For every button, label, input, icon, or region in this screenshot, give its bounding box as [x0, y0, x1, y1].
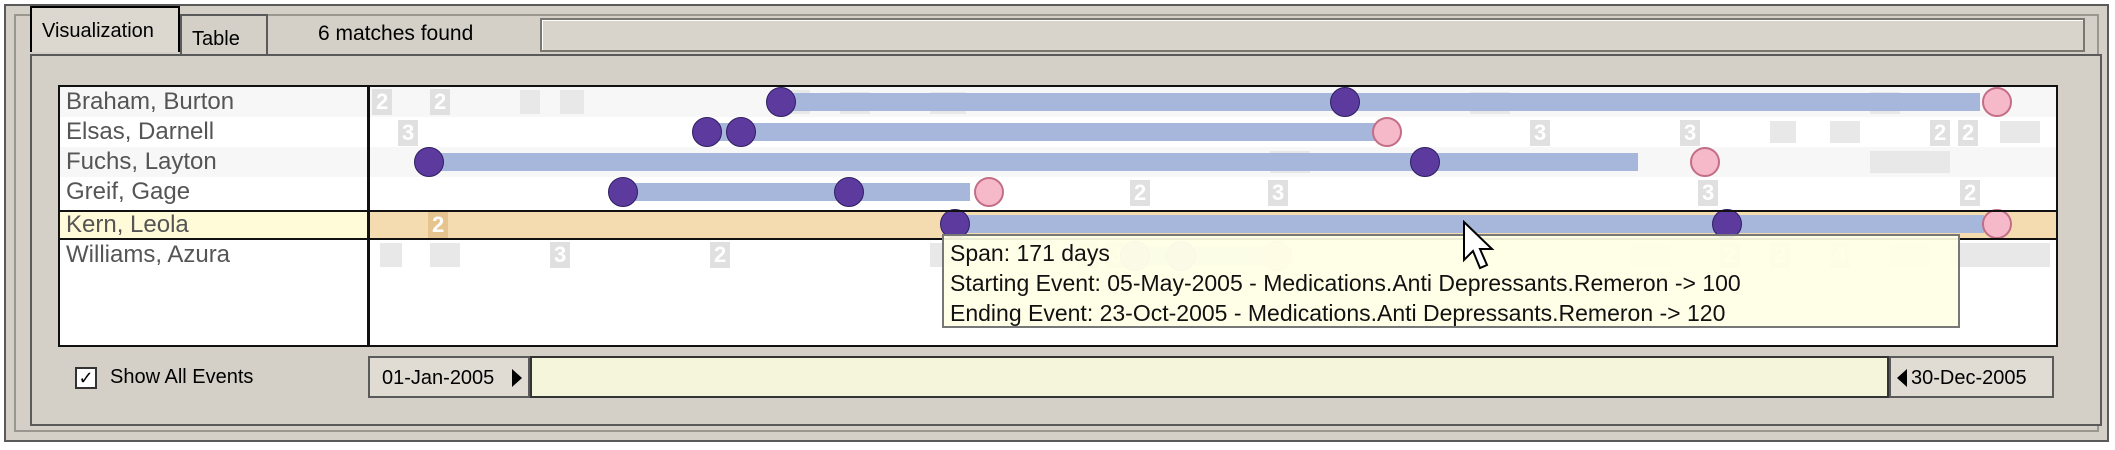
ghost-event-count: 2	[430, 89, 451, 115]
ghost-event	[560, 90, 584, 114]
ghost-event-count: 2	[1960, 180, 1981, 206]
range-end-date: 30-Dec-2005	[1911, 367, 2027, 389]
span-bar[interactable]	[428, 153, 1638, 171]
show-all-events-label: Show All Events	[110, 366, 254, 388]
ghost-event-count: 2	[1130, 180, 1151, 206]
ghost-event-count: 3	[1268, 180, 1289, 206]
ghost-event	[1770, 121, 1796, 143]
ghost-event-count: 3	[550, 242, 571, 268]
ghost-event	[1830, 121, 1860, 143]
range-end-button[interactable]: 30-Dec-2005	[1889, 356, 2054, 398]
start-event-dot[interactable]	[834, 177, 864, 207]
start-event-dot[interactable]	[1410, 147, 1440, 177]
span-bar[interactable]	[780, 93, 1980, 111]
patient-name[interactable]: Greif, Gage	[66, 177, 190, 207]
status-bar	[540, 18, 2085, 52]
show-all-events-checkbox[interactable]: ✓	[75, 367, 97, 389]
end-event-dot[interactable]	[1982, 87, 2012, 117]
ghost-event	[380, 243, 402, 267]
patient-name[interactable]: Williams, Azura	[66, 240, 230, 270]
ghost-event-count: 2	[372, 89, 393, 115]
ghost-event	[1950, 243, 2050, 267]
ghost-event	[430, 243, 460, 267]
arrow-left-icon	[1897, 369, 1907, 387]
patient-name[interactable]: Elsas, Darnell	[66, 117, 214, 147]
date-range-slider[interactable]	[530, 356, 1889, 398]
ghost-event-count: 2	[1930, 120, 1951, 146]
tab-visualization[interactable]: Visualization	[30, 6, 180, 52]
arrow-right-icon	[512, 369, 522, 387]
patient-name[interactable]: Fuchs, Layton	[66, 147, 217, 177]
ghost-event-count: 2	[710, 242, 731, 268]
start-event-dot[interactable]	[766, 87, 796, 117]
ghost-event-count: 3	[1530, 120, 1551, 146]
span-tooltip: Span: 171 days Starting Event: 05-May-20…	[942, 234, 1960, 328]
end-event-dot[interactable]	[1372, 117, 1402, 147]
end-event-dot[interactable]	[1690, 147, 1720, 177]
tooltip-span: Span: 171 days	[950, 240, 1110, 266]
ghost-event	[1870, 151, 1950, 173]
ghost-event-count: 3	[1698, 180, 1719, 206]
start-event-dot[interactable]	[608, 177, 638, 207]
tooltip-start-event: Starting Event: 05-May-2005 - Medication…	[950, 270, 1741, 296]
tab-table[interactable]: Table	[180, 14, 268, 54]
span-bar[interactable]	[706, 123, 1396, 141]
ghost-event	[520, 90, 540, 114]
span-bar[interactable]	[622, 183, 970, 201]
ghost-event-count: 2	[1958, 120, 1979, 146]
start-event-dot[interactable]	[1330, 87, 1360, 117]
range-start-button[interactable]: 01-Jan-2005	[368, 356, 530, 398]
ghost-event	[2000, 121, 2040, 143]
ghost-event-count: 3	[398, 120, 419, 146]
tooltip-end-event: Ending Event: 23-Oct-2005 - Medications.…	[950, 300, 1726, 326]
ghost-event-count: 3	[1680, 120, 1701, 146]
matches-count: 6 matches found	[318, 22, 474, 45]
start-event-dot[interactable]	[726, 117, 756, 147]
start-event-dot[interactable]	[414, 147, 444, 177]
end-event-dot[interactable]	[974, 177, 1004, 207]
patient-name[interactable]: Braham, Burton	[66, 87, 234, 117]
mouse-pointer-icon	[1463, 220, 1495, 270]
start-event-dot[interactable]	[692, 117, 722, 147]
range-start-date: 01-Jan-2005	[382, 367, 495, 389]
